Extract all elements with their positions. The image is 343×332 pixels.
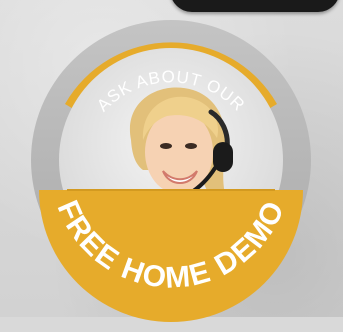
free-home-demo-badge[interactable]: ASK ABOUT OUR FREE HOME DEMO (15, 20, 327, 332)
top-edge-shape (170, 0, 340, 12)
